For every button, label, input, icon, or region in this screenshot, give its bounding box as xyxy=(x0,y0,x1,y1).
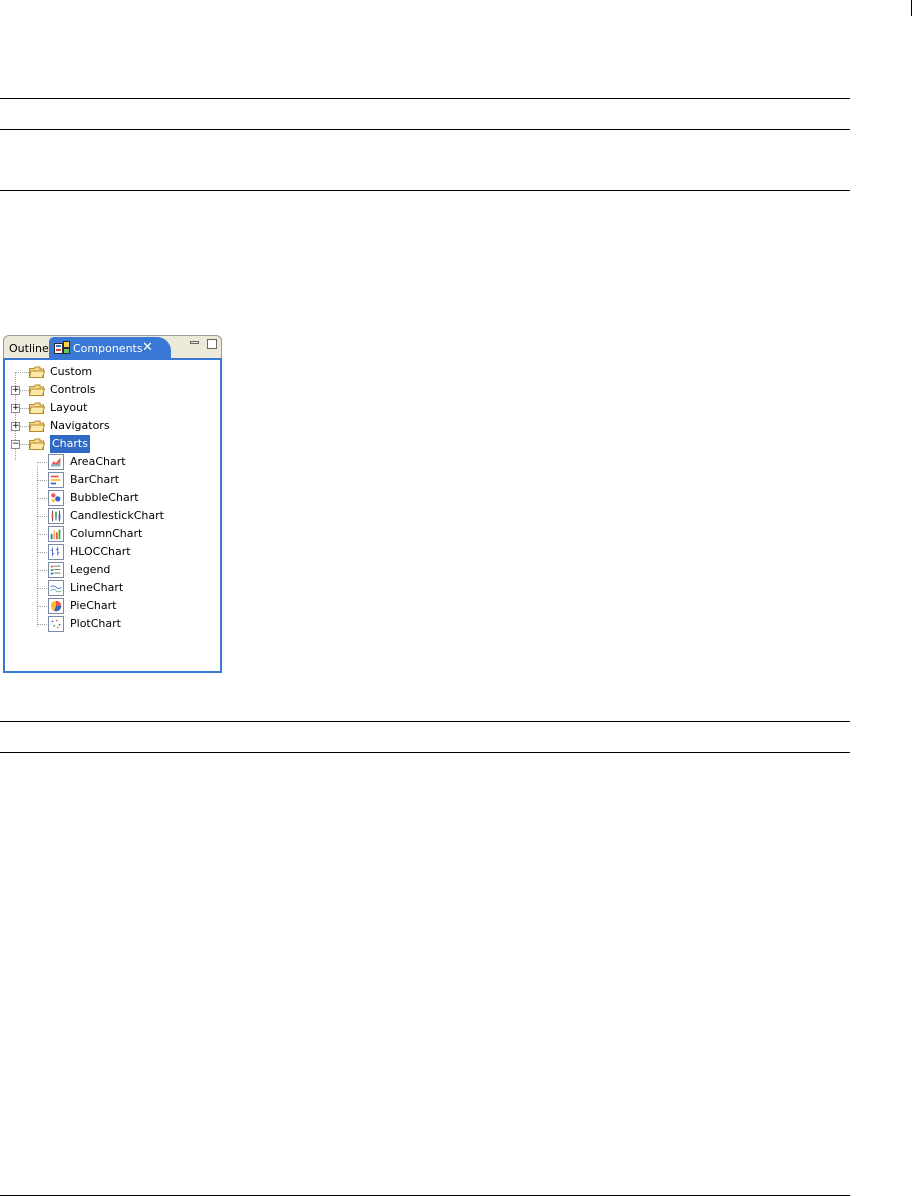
expand-toggle-icon[interactable]: + xyxy=(11,404,20,413)
column-chart-icon xyxy=(48,526,64,542)
expand-toggle-icon[interactable]: + xyxy=(11,386,20,395)
panel-tab-bar: Outline Components ✕ xyxy=(3,335,222,360)
hloc-chart-icon xyxy=(48,544,64,560)
tree-item-label: CandlestickChart xyxy=(70,509,164,522)
divider-rule xyxy=(0,190,850,191)
folder-open-icon xyxy=(28,402,46,414)
collapse-toggle-icon[interactable]: − xyxy=(11,440,20,449)
tree-guide-line xyxy=(37,498,47,499)
line-chart-icon xyxy=(48,580,64,596)
minimize-button[interactable] xyxy=(190,341,199,344)
plot-chart-icon xyxy=(48,616,64,632)
bubble-chart-icon xyxy=(48,490,64,506)
bar-chart-icon xyxy=(48,472,64,488)
page-margin-mark xyxy=(911,0,912,16)
legend-icon xyxy=(48,562,64,578)
divider-rule xyxy=(0,129,850,130)
tree-guide-line xyxy=(37,480,47,481)
divider-rule xyxy=(0,721,850,722)
tree-guide-line xyxy=(37,462,47,463)
tree-folder-label: Charts xyxy=(50,435,90,453)
tree-item-label: ColumnChart xyxy=(70,527,143,540)
tree-folder-label: Custom xyxy=(50,365,93,378)
tree-guide-line xyxy=(37,516,47,517)
tree-guide-line xyxy=(37,624,47,625)
folder-open-icon xyxy=(28,384,46,396)
maximize-button[interactable] xyxy=(207,339,217,349)
tree-guide-line xyxy=(37,466,38,627)
folder-open-icon xyxy=(28,438,46,450)
components-panel: Outline Components ✕ Custom + Controls + Lay… xyxy=(3,335,222,673)
tab-components-label: Components xyxy=(73,342,143,355)
tree-guide-line xyxy=(15,372,29,373)
close-icon[interactable]: ✕ xyxy=(142,337,153,359)
tree-guide-line xyxy=(37,570,47,571)
components-icon xyxy=(54,341,70,354)
tree-folder-label: Navigators xyxy=(50,419,110,432)
divider-rule xyxy=(0,752,850,753)
candlestick-chart-icon xyxy=(48,508,64,524)
tree-guide-line xyxy=(37,534,47,535)
tree-item-label: AreaChart xyxy=(70,455,126,468)
expand-toggle-icon[interactable]: + xyxy=(11,422,20,431)
tree-item-label: Legend xyxy=(70,563,111,576)
folder-open-icon xyxy=(28,420,46,432)
tree-item-label: LineChart xyxy=(70,581,124,594)
divider-rule xyxy=(0,98,850,99)
tab-components[interactable]: Components ✕ xyxy=(49,337,171,360)
tree-guide-line xyxy=(37,552,47,553)
tree-guide-line xyxy=(37,606,47,607)
tree-item-label: HLOCChart xyxy=(70,545,131,558)
tree-item-label: PlotChart xyxy=(70,617,121,630)
folder-open-icon xyxy=(28,366,46,378)
pie-chart-icon xyxy=(48,598,64,614)
tree-folder-label: Controls xyxy=(50,383,96,396)
tree-item-label: PieChart xyxy=(70,599,117,612)
tree-guide-line xyxy=(37,588,47,589)
tree-item-label: BubbleChart xyxy=(70,491,139,504)
components-tree: Custom + Controls + Layout + Navigators − Charts… xyxy=(3,358,222,673)
tree-item-label: BarChart xyxy=(70,473,120,486)
tree-folder-label: Layout xyxy=(50,401,88,414)
tab-outline[interactable]: Outline xyxy=(6,339,53,359)
area-chart-icon xyxy=(48,454,64,470)
